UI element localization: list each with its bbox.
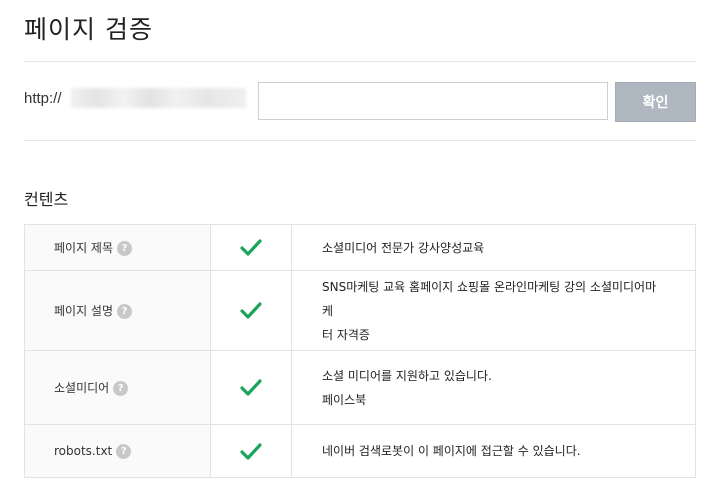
checkmark-icon	[240, 302, 262, 319]
table-row: robots.txt? 네이버 검색로봇이 이 페이지에 접근할 수 있습니다.	[24, 424, 696, 478]
url-input[interactable]	[258, 82, 608, 120]
page-verification-panel: 페이지 검증 http:// 확인 컨텐츠 페이지 제목? 소셜미디어 전문가 …	[0, 0, 720, 499]
url-prefix: http://	[24, 90, 62, 107]
help-icon[interactable]: ?	[117, 304, 133, 319]
row-description: 소셜미디어 전문가 강사양성교육	[291, 224, 696, 271]
checkmark-icon	[240, 379, 262, 396]
help-icon[interactable]: ?	[117, 241, 133, 256]
checkmark-icon	[240, 442, 262, 460]
row-label: 소셜미디어	[54, 381, 110, 395]
page-title: 페이지 검증	[24, 15, 153, 44]
help-icon[interactable]: ?	[116, 443, 132, 459]
status-cell	[210, 224, 292, 271]
redacted-domain	[71, 88, 246, 108]
row-description: 네이버 검색로봇이 이 페이지에 접근할 수 있습니다.	[291, 424, 696, 478]
status-cell	[210, 424, 292, 478]
description-line: 페이스북	[322, 392, 367, 407]
description-line: 터 자격증	[322, 327, 370, 342]
row-label-cell: 소셜미디어?	[24, 350, 211, 425]
description-line: SNS마케팅 교육 홈페이지 쇼핑몰 온라인마케팅 강의 소셜미디어마케	[322, 279, 657, 318]
row-description: SNS마케팅 교육 홈페이지 쇼핑몰 온라인마케팅 강의 소셜미디어마케 터 자…	[291, 270, 696, 351]
row-description: 소셜 미디어를 지원하고 있습니다. 페이스북	[291, 350, 696, 425]
description-line: 소셜미디어 전문가 강사양성교육	[322, 240, 485, 255]
description-line: 네이버 검색로봇이 이 페이지에 접근할 수 있습니다.	[322, 444, 581, 458]
section-heading-contents: 컨텐츠	[24, 190, 69, 209]
row-label: 페이지 제목	[54, 241, 114, 255]
row-label: robots.txt	[54, 443, 113, 458]
help-icon[interactable]: ?	[113, 381, 129, 396]
results-table: 페이지 제목? 소셜미디어 전문가 강사양성교육 페이지 설명? SNS마케팅 …	[24, 224, 696, 478]
row-label-cell: 페이지 설명?	[24, 270, 211, 351]
table-row: 페이지 설명? SNS마케팅 교육 홈페이지 쇼핑몰 온라인마케팅 강의 소셜미…	[24, 270, 696, 351]
confirm-button[interactable]: 확인	[615, 82, 696, 122]
table-row: 페이지 제목? 소셜미디어 전문가 강사양성교육	[24, 224, 696, 271]
description-line: 소셜 미디어를 지원하고 있습니다.	[322, 368, 492, 383]
row-label-cell: 페이지 제목?	[24, 224, 211, 271]
row-label-cell: robots.txt?	[24, 424, 211, 478]
title-divider	[24, 61, 696, 62]
form-divider	[24, 140, 696, 141]
table-row: 소셜미디어? 소셜 미디어를 지원하고 있습니다. 페이스북	[24, 350, 696, 425]
row-label: 페이지 설명	[54, 304, 114, 318]
checkmark-icon	[240, 239, 262, 256]
status-cell	[210, 270, 292, 351]
status-cell	[210, 350, 292, 425]
